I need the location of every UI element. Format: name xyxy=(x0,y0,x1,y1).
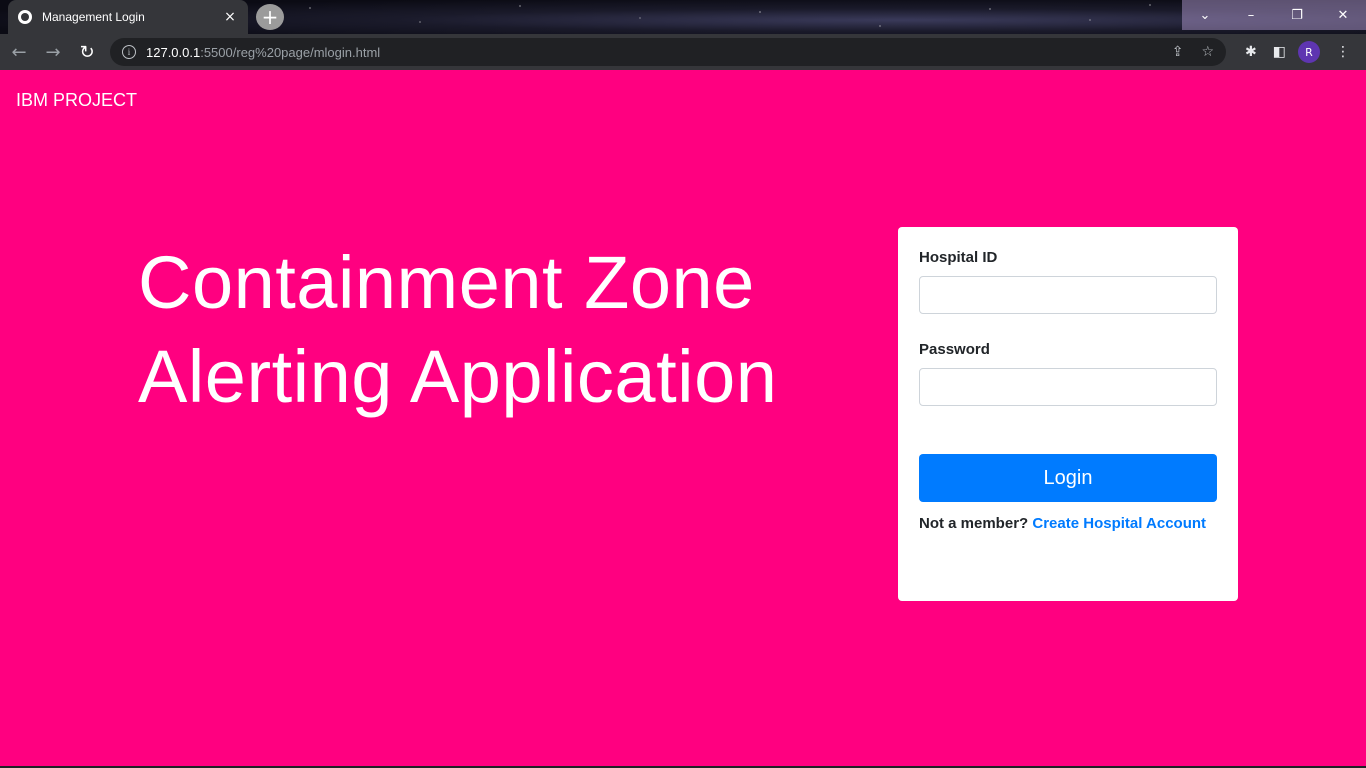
hospital-id-label: Hospital ID xyxy=(919,249,998,266)
hero-line-1: Containment Zone xyxy=(138,241,755,324)
avatar[interactable]: R xyxy=(1298,41,1320,63)
page-body: IBM PROJECT Containment Zone Alerting Ap… xyxy=(0,70,1366,766)
back-button[interactable]: ← xyxy=(4,37,34,67)
navbar-brand[interactable]: IBM PROJECT xyxy=(16,90,137,111)
browser-titlebar: Management Login × + ⌄ – ❐ ✕ xyxy=(0,0,1366,34)
globe-icon xyxy=(18,10,32,24)
tab-search-button[interactable]: ⌄ xyxy=(1182,0,1228,30)
forward-button[interactable]: → xyxy=(38,37,68,67)
window-controls: ⌄ – ❐ ✕ xyxy=(1182,0,1366,30)
login-button[interactable]: Login xyxy=(919,454,1217,502)
new-tab-button[interactable]: + xyxy=(256,4,284,30)
minimize-button[interactable]: – xyxy=(1228,0,1274,30)
more-menu-icon[interactable]: ⋮ xyxy=(1336,44,1350,60)
create-account-link[interactable]: Create Hospital Account xyxy=(1032,515,1206,532)
tab-close-button[interactable]: × xyxy=(222,9,238,25)
info-icon[interactable]: i xyxy=(122,45,136,59)
hero-heading: Containment Zone Alerting Application xyxy=(138,236,858,424)
extension-area: ✱ ◧ R ⋮ xyxy=(1229,38,1350,66)
browser-toolbar: ← → ↻ i 127.0.0.1:5500/reg%20page/mlogin… xyxy=(0,34,1366,70)
close-window-button[interactable]: ✕ xyxy=(1320,0,1366,30)
browser-tab[interactable]: Management Login × xyxy=(8,0,248,34)
url-text[interactable]: 127.0.0.1:5500/reg%20page/mlogin.html xyxy=(146,45,1154,60)
share-icon[interactable]: ⇪ xyxy=(1172,44,1184,60)
not-member-text: Not a member? xyxy=(919,515,1029,532)
star-icon[interactable]: ☆ xyxy=(1201,44,1214,60)
login-card: Hospital ID Password Login Not a member?… xyxy=(898,227,1238,601)
signup-prompt: Not a member? Create Hospital Account xyxy=(919,512,1217,536)
password-input[interactable] xyxy=(919,368,1217,406)
url-host: 127.0.0.1 xyxy=(146,44,201,60)
hospital-id-input[interactable] xyxy=(919,276,1217,314)
password-label: Password xyxy=(919,341,990,358)
address-bar[interactable]: i 127.0.0.1:5500/reg%20page/mlogin.html … xyxy=(110,38,1226,66)
url-path: :5500/reg%20page/mlogin.html xyxy=(200,44,381,60)
sidebar-icon[interactable]: ◧ xyxy=(1273,44,1286,60)
hero-line-2: Alerting Application xyxy=(138,335,778,418)
reload-button[interactable]: ↻ xyxy=(72,37,102,67)
restore-button[interactable]: ❐ xyxy=(1274,0,1320,30)
tab-title: Management Login xyxy=(42,10,145,24)
puzzle-icon[interactable]: ✱ xyxy=(1245,44,1257,60)
